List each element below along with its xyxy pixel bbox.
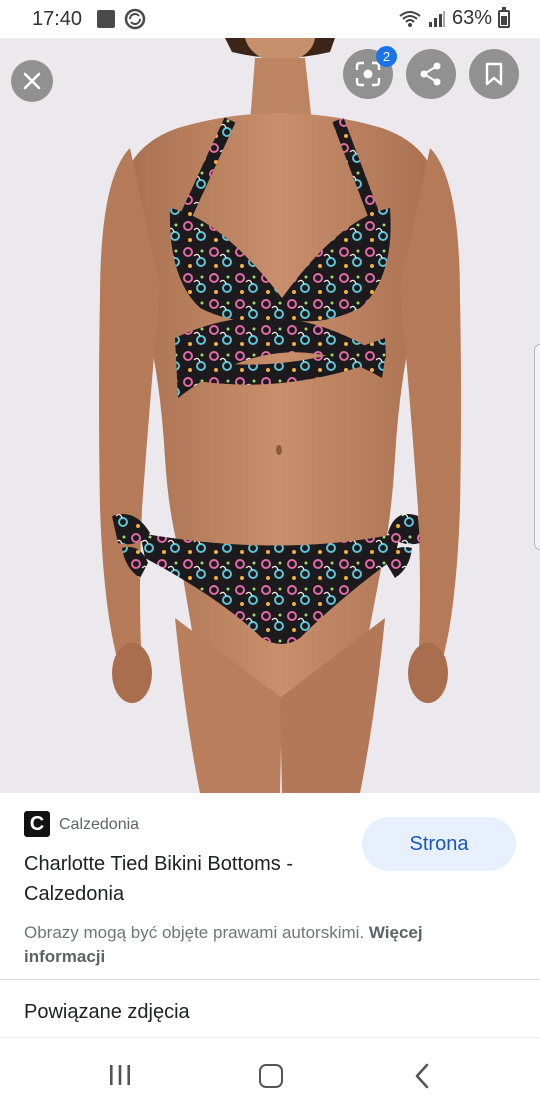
share-button[interactable] <box>406 49 456 99</box>
divider <box>0 979 540 980</box>
back-icon[interactable] <box>412 1063 432 1089</box>
notification-square-icon <box>97 10 115 28</box>
recent-apps-icon[interactable] <box>108 1064 132 1086</box>
navigation-bar <box>0 1040 540 1110</box>
close-button[interactable] <box>11 60 53 102</box>
home-icon[interactable] <box>259 1064 283 1088</box>
source-logo: C <box>24 811 50 837</box>
source-name[interactable]: Calzedonia <box>59 816 139 834</box>
save-button[interactable] <box>469 49 519 99</box>
related-images-heading[interactable]: Powiązane zdjęcia <box>24 1001 190 1024</box>
copyright-text: Obrazy mogą być objęte prawami autorskim… <box>24 923 365 942</box>
visit-button[interactable]: Strona <box>362 817 516 871</box>
result-title[interactable]: Charlotte Tied Bikini Bottoms - Calzedon… <box>24 849 344 909</box>
lens-icon <box>355 61 381 87</box>
close-icon <box>23 72 41 90</box>
product-photo <box>0 38 540 793</box>
side-panel-handle[interactable] <box>534 344 540 550</box>
signal-icon <box>428 10 445 27</box>
result-info-panel: C Calzedonia Charlotte Tied Bikini Botto… <box>0 793 540 979</box>
status-right: 63% <box>398 6 510 30</box>
status-bar: 17:40 63% <box>0 0 540 38</box>
battery-icon <box>498 6 510 28</box>
image-viewer[interactable]: 2 <box>0 38 540 793</box>
copyright-notice: Obrazy mogą być objęte prawami autorskim… <box>24 921 494 969</box>
divider <box>0 1037 540 1038</box>
wifi-icon <box>399 10 421 27</box>
bookmark-icon <box>485 62 503 86</box>
battery-percent: 63% <box>451 7 492 29</box>
status-time: 17:40 <box>32 8 83 30</box>
sync-icon <box>124 8 146 30</box>
share-icon <box>420 62 441 86</box>
lens-badge: 2 <box>376 46 397 67</box>
